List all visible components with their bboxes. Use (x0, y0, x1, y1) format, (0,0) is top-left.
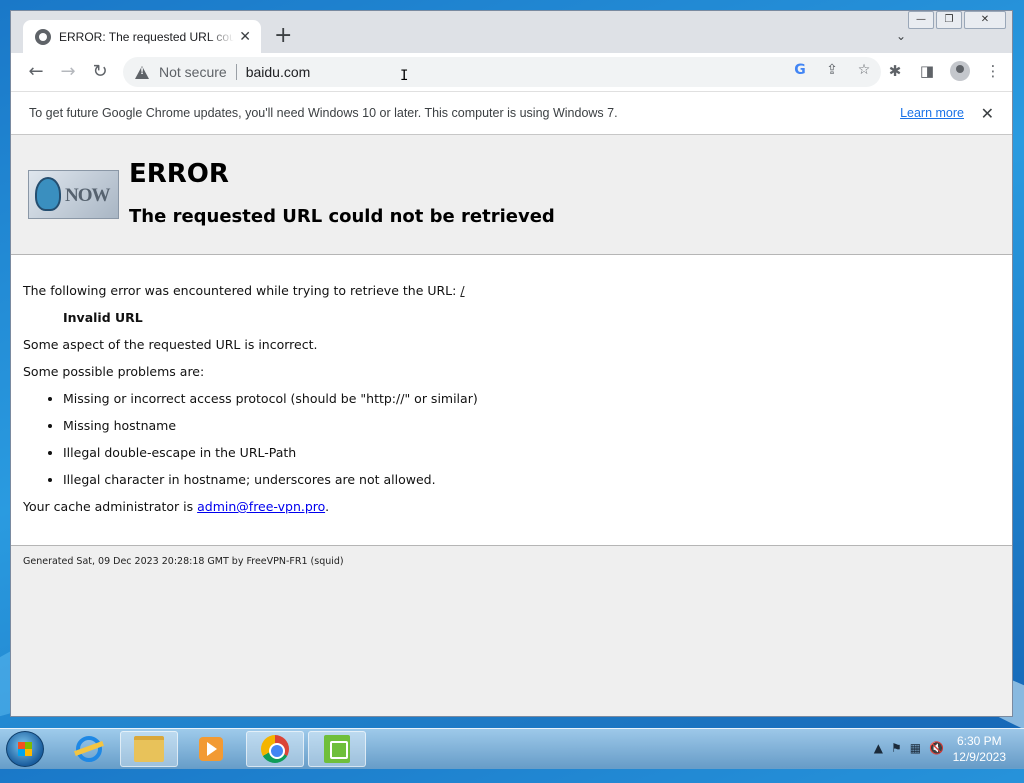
admin-line: Your cache administrator is admin@free-v… (23, 493, 983, 520)
list-item: Illegal character in hostname; underscor… (63, 466, 983, 493)
media-player-icon (199, 737, 223, 761)
list-item: Illegal double-escape in the URL-Path (63, 439, 983, 466)
requested-url-link[interactable]: / (460, 283, 464, 298)
tab-title: ERROR: The requested URL could not be re… (59, 29, 234, 44)
error-name: Invalid URL (63, 310, 143, 325)
start-button[interactable] (6, 731, 44, 767)
text-cursor-icon: I (400, 68, 408, 84)
admin-email-link[interactable]: admin@free-vpn.pro (197, 499, 325, 514)
toolbar-actions: ✱ ◨ ⋮ (886, 61, 1002, 81)
system-tray: ▲ ⚑ ▦ 🔇 (874, 741, 944, 755)
notepad-plus-plus-icon (324, 735, 350, 763)
list-item: Missing or incorrect access protocol (sh… (63, 385, 983, 412)
reload-button[interactable]: ↻ (89, 61, 111, 83)
chrome-window: ERROR: The requested URL could not be re… (10, 10, 1013, 717)
page-title: ERROR (129, 159, 229, 189)
share-icon[interactable]: ⇪ (823, 62, 841, 78)
network-icon[interactable]: ▦ (910, 741, 921, 755)
taskbar-notepad-plus-plus[interactable] (308, 731, 366, 767)
restore-button[interactable]: ❐ (936, 11, 962, 29)
error-body: The following error was encountered whil… (23, 277, 983, 520)
admin-suffix: . (325, 499, 330, 514)
url-text[interactable]: baidu.com (246, 64, 311, 80)
folder-icon (134, 736, 164, 762)
browser-toolbar: ← → ↻ Not secure baidu.com G ⇪ ☆ ✱ ◨ ⋮ (11, 53, 1012, 91)
logo-text: NOW (65, 185, 110, 206)
address-bar[interactable]: Not secure baidu.com G ⇪ ☆ (123, 57, 881, 87)
taskbar: ▲ ⚑ ▦ 🔇 6:30 PM 12/9/2023 (0, 728, 1024, 769)
page-subtitle: The requested URL could not be retrieved (129, 206, 555, 227)
tab-close-icon[interactable]: ✕ (239, 29, 251, 45)
globe-icon (35, 28, 51, 45)
intro-text: The following error was encountered whil… (23, 283, 461, 298)
chrome-icon (261, 735, 289, 763)
new-tab-button[interactable]: + (274, 25, 292, 47)
omnibox-actions: G ⇪ ☆ (791, 62, 873, 78)
problems-heading: Some possible problems are: (23, 364, 205, 379)
taskbar-chrome[interactable] (246, 731, 304, 767)
volume-muted-icon[interactable]: 🔇 (929, 741, 944, 755)
infobar-message: To get future Google Chrome updates, you… (29, 106, 618, 120)
squid-icon (35, 177, 61, 211)
not-secure-label[interactable]: Not secure (159, 64, 227, 80)
bookmark-star-icon[interactable]: ☆ (855, 62, 873, 78)
page-content: NOW ERROR The requested URL could not be… (11, 135, 1012, 716)
kebab-menu-icon[interactable]: ⋮ (984, 62, 1002, 80)
infobar-close-icon[interactable]: ✕ (981, 104, 994, 123)
back-button[interactable]: ← (25, 61, 47, 83)
tab-active[interactable]: ERROR: The requested URL could not be re… (23, 20, 261, 53)
internet-explorer-icon (76, 736, 102, 762)
minimize-button[interactable]: — (908, 11, 934, 29)
omnibox-separator (235, 64, 237, 80)
action-center-flag-icon[interactable]: ⚑ (891, 741, 902, 755)
forward-button[interactable]: → (57, 61, 79, 83)
aspect-text: Some aspect of the requested URL is inco… (23, 337, 318, 352)
clock-date: 12/9/2023 (952, 750, 1006, 764)
close-window-button[interactable]: ✕ (964, 11, 1006, 29)
intro-line: The following error was encountered whil… (23, 277, 983, 304)
taskbar-file-explorer[interactable] (120, 731, 178, 767)
admin-prefix: Your cache administrator is (23, 499, 198, 514)
problems-list: Missing or incorrect access protocol (sh… (23, 385, 983, 493)
window-controls: — ❐ ✕ (908, 11, 1006, 29)
warning-triangle-icon[interactable] (135, 65, 149, 79)
taskbar-internet-explorer[interactable] (60, 731, 118, 767)
list-item: Missing hostname (63, 412, 983, 439)
generated-text: Generated Sat, 09 Dec 2023 20:28:18 GMT … (23, 556, 344, 567)
tab-strip: ERROR: The requested URL could not be re… (11, 11, 1012, 53)
google-lens-icon[interactable]: G (791, 62, 809, 78)
squid-logo: NOW (28, 170, 119, 219)
page-footer: Generated Sat, 09 Dec 2023 20:28:18 GMT … (11, 545, 1012, 716)
update-infobar: To get future Google Chrome updates, you… (11, 91, 1012, 135)
profile-avatar-icon[interactable] (950, 61, 970, 81)
show-hidden-icons-icon[interactable]: ▲ (874, 741, 883, 755)
taskbar-clock[interactable]: 6:30 PM 12/9/2023 (953, 733, 1006, 765)
extensions-puzzle-icon[interactable]: ✱ (886, 62, 904, 80)
tab-search-icon[interactable]: ⌄ (896, 29, 906, 43)
side-panel-icon[interactable]: ◨ (918, 62, 936, 80)
error-header: NOW ERROR The requested URL could not be… (11, 135, 1012, 255)
clock-time: 6:30 PM (956, 734, 1002, 748)
taskbar-media-player[interactable] (182, 731, 240, 767)
learn-more-link[interactable]: Learn more (900, 106, 964, 120)
